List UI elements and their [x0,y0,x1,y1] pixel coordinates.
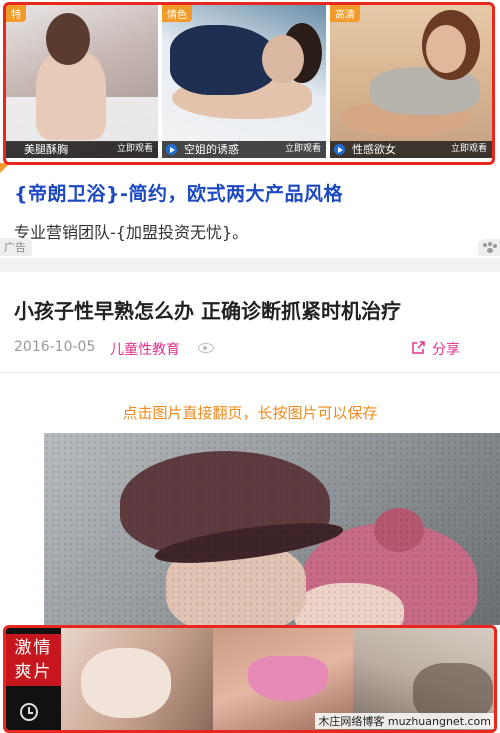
paw-icon[interactable] [478,239,500,256]
tile-caption: 空姐的诱惑 立即观看 [162,141,326,158]
video-tile-1[interactable]: 特 美腿酥胸 立即观看 [6,5,158,158]
article-meta: 2016-10-05 儿童性教育 分享 [14,338,486,360]
publish-date: 2016-10-05 [14,339,96,355]
site-watermark: 木庄网络博客 muzhuangnet.com [315,713,494,729]
ad-side-panel[interactable]: 激情 爽片 [6,628,61,730]
ad-label: 广告 [0,238,32,256]
watch-now-link[interactable]: 立即观看 [117,141,153,158]
top-video-ad[interactable]: 特 美腿酥胸 立即观看 情色 空姐的诱惑 立即观看 高清 性感欲女 立即观看 [0,0,500,165]
clock-icon[interactable] [20,703,38,721]
ad-label-line: 爽片 [14,662,53,682]
tile-tag: 特 [6,5,26,22]
video-tile-2[interactable]: 情色 空姐的诱惑 立即观看 [162,5,326,158]
play-icon[interactable] [166,144,177,155]
ad-description: 专业营销团队-{加盟投资无忧}。 [14,223,249,242]
tile-title: 空姐的诱惑 [184,143,239,156]
photo-hint: 点击图片直接翻页，长按图片可以保存 [122,404,378,422]
watch-now-link[interactable]: 立即观看 [451,141,487,158]
tile-title: 美腿酥胸 [24,143,68,156]
tile-caption: 性感欲女 立即观看 [330,141,492,158]
eye-icon [198,343,214,353]
article-photo[interactable] [44,433,500,633]
watch-now-link[interactable]: 立即观看 [285,141,321,158]
share-button[interactable]: 分享 [432,339,460,359]
ad-label-line: 激情 [14,638,53,658]
share-icon[interactable] [410,340,426,356]
tile-title: 性感欲女 [352,143,396,156]
tile-tag: 高清 [330,5,360,22]
ad-label-box: 激情 爽片 [6,634,61,686]
bottom-floating-ad[interactable]: 激情 爽片 木庄网络博客 muzhuangnet.com [0,625,500,733]
video-tile-3[interactable]: 高清 性感欲女 立即观看 [330,5,492,158]
tile-tag: 情色 [162,5,192,22]
meta-divider [0,372,500,373]
article-title: 小孩子性早熟怎么办 正确诊断抓紧时机治疗 [14,299,401,323]
ad-headline[interactable]: {帝朗卫浴}-简约，欧式两大产品风格 [14,179,343,206]
tile-caption: 美腿酥胸 立即观看 [6,141,158,158]
play-icon[interactable] [334,144,345,155]
section-divider [0,258,500,272]
channel-link[interactable]: 儿童性教育 [110,339,180,359]
text-ad[interactable]: {帝朗卫浴}-简约，欧式两大产品风格 专业营销团队-{加盟投资无忧}。 广告 [0,163,500,258]
ad-corner-marker [0,163,10,173]
ad-thumbnail[interactable] [61,628,213,730]
